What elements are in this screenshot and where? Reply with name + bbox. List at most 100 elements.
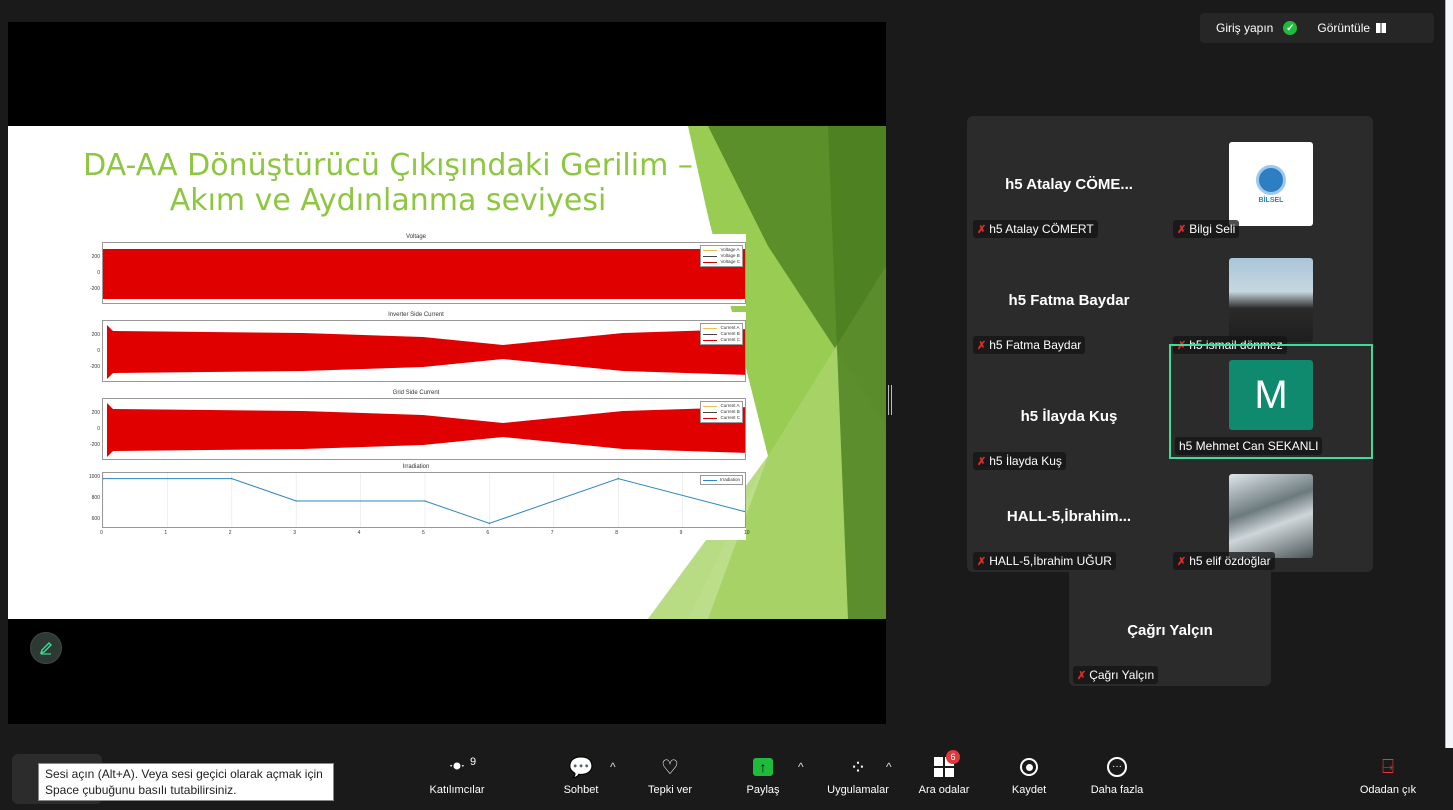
participant-name-display: Çağrı Yalçın [1127, 622, 1213, 639]
x-tick: 8 [615, 530, 618, 536]
react-button[interactable]: ♡ Tepki ver [640, 754, 700, 797]
legend: Current A Current B Current C [700, 401, 743, 423]
apps-label: Uygulamalar [827, 784, 889, 796]
x-tick: 1 [164, 530, 168, 536]
y-tick: 0 [97, 348, 100, 354]
participant-name-display: h5 Fatma Baydar [1008, 292, 1130, 309]
x-tick: 5 [422, 530, 425, 536]
participant-tile[interactable]: HALL-5,İbrahim... ✗ HALL-5,İbrahim UĞUR [969, 460, 1169, 572]
y-tick: 600 [91, 516, 100, 522]
avatar-letter: M [1254, 372, 1288, 417]
participant-tile[interactable]: h5 Atalay CÖME... ✗ h5 Atalay CÖMERT [969, 128, 1169, 240]
share-chevron-up-icon[interactable]: ^ [798, 760, 804, 774]
more-label: Daha fazla [1090, 784, 1144, 796]
avatar: M [1229, 360, 1313, 430]
participant-name-tag: ✗ HALL-5,İbrahim UĞUR [973, 552, 1116, 570]
mic-muted-icon: ✗ [1077, 669, 1087, 682]
breakout-rooms-button[interactable]: 6 Ara odalar [914, 750, 974, 796]
plot-area: Current A Current B Current C [102, 398, 746, 460]
y-tick: 200 [91, 332, 100, 338]
chat-chevron-up-icon[interactable]: ^ [610, 760, 616, 774]
apps-icon: ⁘ [849, 756, 867, 779]
security-shield-icon[interactable]: ✓ [1283, 21, 1298, 35]
chart-title: Voltage [405, 234, 427, 240]
x-tick: 7 [550, 530, 554, 536]
legend-item: Current C [703, 415, 740, 421]
irradiation-point [231, 477, 233, 480]
irradiation-chart: Irradiation 1000 800 600 Irradiation 0 1 2… [86, 464, 750, 540]
record-button[interactable]: Kaydet [1006, 754, 1052, 796]
x-tick: 9 [679, 530, 683, 536]
participant-tile[interactable]: ✗ h5 ismail dönmez [1169, 244, 1369, 356]
more-icon: ··· [1084, 754, 1150, 780]
presentation-slide: DA-AA Dönüştürücü Çıkışındaki Gerilim – … [8, 126, 886, 619]
voltage-signal-band [103, 249, 745, 299]
breakout-rooms-label: Ara odalar [918, 784, 970, 796]
y-tick: 800 [91, 495, 100, 501]
leave-room-icon: ⍈ [1382, 755, 1394, 778]
legend: Current A Current B Current C [700, 323, 743, 345]
grid-current-chart: Grid Side Current 200 0 -200 Current A C… [86, 390, 746, 462]
participant-tile[interactable]: ✗ h5 elif özdoğlar [1169, 460, 1369, 572]
inverter-current-chart: Inverter Side Current 200 0 -200 Current… [86, 312, 746, 384]
chat-label: Sohbet [563, 784, 599, 796]
participant-name-display: HALL-5,İbrahim... [1006, 508, 1132, 525]
participants-button[interactable]: ꔹ9 Katılımcılar [422, 754, 492, 797]
voltage-chart: Voltage 200 0 -200 Voltage A Voltage B V… [86, 234, 746, 306]
slide-title-line1: DA-AA Dönüştürücü Çıkışındaki Gerilim – [83, 148, 693, 183]
legend-label: Voltage C [720, 259, 740, 264]
view-button[interactable]: Görüntüle [1317, 21, 1387, 35]
participant-name-tag: h5 Mehmet Can SEKANLI [1175, 437, 1323, 455]
chat-button[interactable]: 💬 Sohbet [556, 754, 606, 797]
irradiation-point [617, 477, 619, 480]
participant-tile[interactable]: h5 Fatma Baydar ✗ h5 Fatma Baydar [969, 244, 1169, 356]
chart-title: Inverter Side Current [388, 312, 444, 318]
x-tick: 2 [228, 530, 232, 536]
tooltip-line1: Sesi açın (Alt+A). Veya sesi geçici olar… [45, 767, 323, 781]
x-tick: 3 [293, 530, 296, 536]
mic-muted-icon: ✗ [977, 339, 987, 352]
leave-button[interactable]: ⍈ Odadan çık [1356, 754, 1420, 797]
irradiation-line-svg [103, 473, 745, 527]
participant-name: HALL-5,İbrahim UĞUR [989, 554, 1112, 568]
irradiation-point [424, 500, 426, 502]
gallery-view-icon [1376, 23, 1387, 33]
participant-tile-active-speaker[interactable]: M h5 Mehmet Can SEKANLI [1169, 344, 1373, 459]
y-tick: 0 [97, 426, 100, 432]
participant-name-tag: ✗ h5 Fatma Baydar [973, 336, 1086, 354]
participant-logo-image: BİLSEL [1229, 142, 1313, 226]
shared-screen[interactable]: DA-AA Dönüştürücü Çıkışındaki Gerilim – … [8, 22, 886, 724]
participant-tile[interactable]: Çağrı Yalçın ✗ Çağrı Yalçın [1069, 572, 1271, 686]
plot-area: Irradiation [102, 472, 746, 528]
x-tick: 0 [100, 530, 103, 536]
signin-link[interactable]: Giriş yapın [1216, 21, 1273, 35]
legend-label: Current C [720, 415, 740, 420]
participants-label: Katılımcılar [429, 784, 485, 796]
y-tick: -200 [89, 364, 100, 370]
mic-muted-icon: ✗ [1177, 555, 1187, 568]
annotate-pen-button[interactable] [30, 632, 62, 664]
participants-count: 9 [470, 756, 477, 768]
share-button[interactable]: ↑ Paylaş [738, 754, 788, 796]
participant-name: h5 Fatma Baydar [989, 338, 1082, 352]
slide-title-line2: Akım ve Aydınlanma seviyesi [169, 183, 607, 218]
participant-name-tag: ✗ h5 elif özdoğlar [1173, 552, 1275, 570]
panel-resize-handle[interactable] [888, 385, 892, 415]
background-window-edge [1445, 0, 1453, 810]
share-screen-icon: ↑ [738, 754, 788, 780]
legend-label: Current C [720, 337, 740, 342]
chart-title: Grid Side Current [392, 390, 440, 396]
legend-item: Current C [703, 337, 740, 343]
legend-item: Voltage C [703, 259, 740, 265]
apps-button[interactable]: ⁘ Uygulamalar [820, 754, 896, 797]
zoom-meeting-window: DA-AA Dönüştürücü Çıkışındaki Gerilim – … [0, 0, 1453, 810]
participant-tile[interactable]: BİLSEL ✗ Bilgi Seli [1169, 128, 1369, 240]
participants-icon: ꔹ9 [448, 755, 477, 778]
participant-tile[interactable]: h5 İlayda Kuş ✗ h5 İlayda Kuş [969, 360, 1169, 472]
participant-name: h5 Atalay CÖMERT [989, 222, 1094, 236]
pen-icon [39, 642, 52, 655]
record-label: Kaydet [1011, 784, 1047, 796]
more-button[interactable]: ··· Daha fazla [1084, 754, 1150, 796]
unmute-tooltip: Sesi açın (Alt+A). Veya sesi geçici olar… [38, 763, 334, 801]
apps-chevron-up-icon[interactable]: ^ [886, 760, 892, 774]
